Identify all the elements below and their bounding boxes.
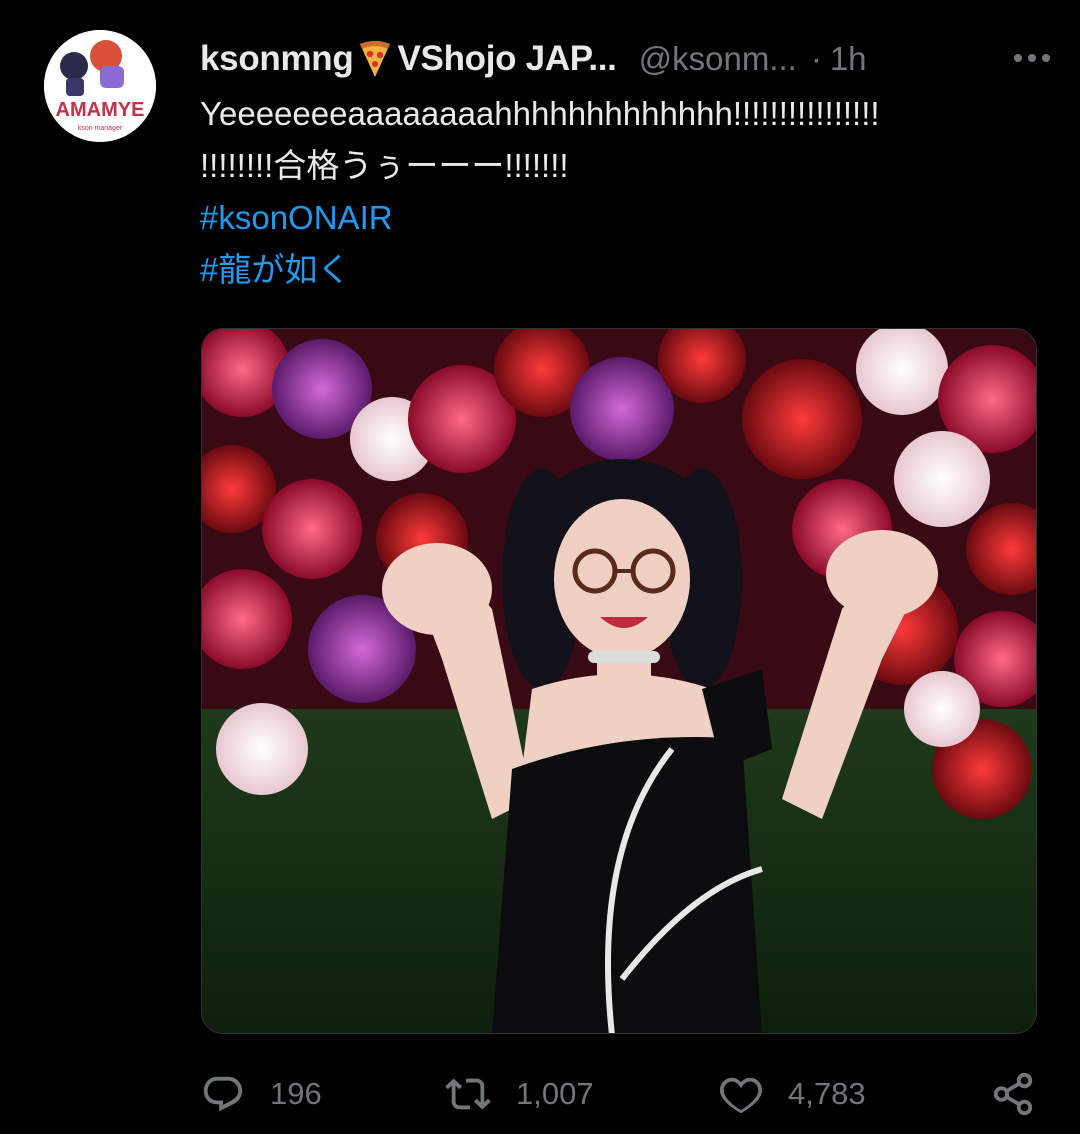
hashtag-link[interactable]: #ksonONAIR <box>200 192 1040 244</box>
svg-text:AMAMYE: AMAMYE <box>56 99 145 121</box>
avatar[interactable]: AMAMYE kson manager <box>44 30 156 142</box>
hashtag-link[interactable]: #龍が如く <box>200 244 1040 296</box>
tweet-text: Yeeeeeeeaaaaaaaahhhhhhhhhhhhh!!!!!!!!!!!… <box>200 88 1040 296</box>
display-name-suffix[interactable]: VShojo JAP... <box>397 39 616 79</box>
separator-dot: · <box>810 40 822 77</box>
tweet[interactable]: AMAMYE kson manager ksonmng VShojo JAP..… <box>0 0 1080 1134</box>
tweet-text-line: Yeeeeeeeaaaaaaaahhhhhhhhhhhhh!!!!!!!!!!!… <box>200 95 880 132</box>
retweet-icon <box>445 1078 491 1110</box>
like-count: 4,783 <box>788 1076 866 1111</box>
share-icon <box>993 1072 1033 1116</box>
retweet-button[interactable]: 1,007 <box>444 1066 594 1122</box>
retweet-count: 1,007 <box>516 1076 594 1111</box>
heart-icon <box>719 1077 763 1114</box>
handle[interactable]: @ksonm... <box>639 40 797 78</box>
like-button[interactable]: 4,783 <box>718 1066 866 1122</box>
more-options-button[interactable] <box>1010 38 1054 78</box>
avatar-icon: AMAMYE kson manager <box>44 30 156 142</box>
pizza-icon <box>357 39 393 79</box>
timestamp[interactable]: 1h <box>830 40 867 78</box>
share-button[interactable] <box>990 1066 1036 1122</box>
tweet-header: ksonmng VShojo JAP... @ksonm... · 1h <box>200 36 1060 82</box>
tweet-text-line: !!!!!!!!合格うぅーーー!!!!!!! <box>200 147 569 184</box>
reply-count: 196 <box>270 1076 322 1111</box>
more-icon <box>1014 54 1050 62</box>
reply-button[interactable]: 196 <box>200 1066 322 1122</box>
reply-icon <box>203 1076 243 1112</box>
tweet-actions: 196 1,007 4,783 <box>200 1066 1040 1122</box>
photo-icon <box>202 329 1036 1033</box>
svg-text:kson manager: kson manager <box>78 125 123 132</box>
tweet-media-image[interactable] <box>201 328 1037 1034</box>
display-name[interactable]: ksonmng <box>200 39 354 79</box>
